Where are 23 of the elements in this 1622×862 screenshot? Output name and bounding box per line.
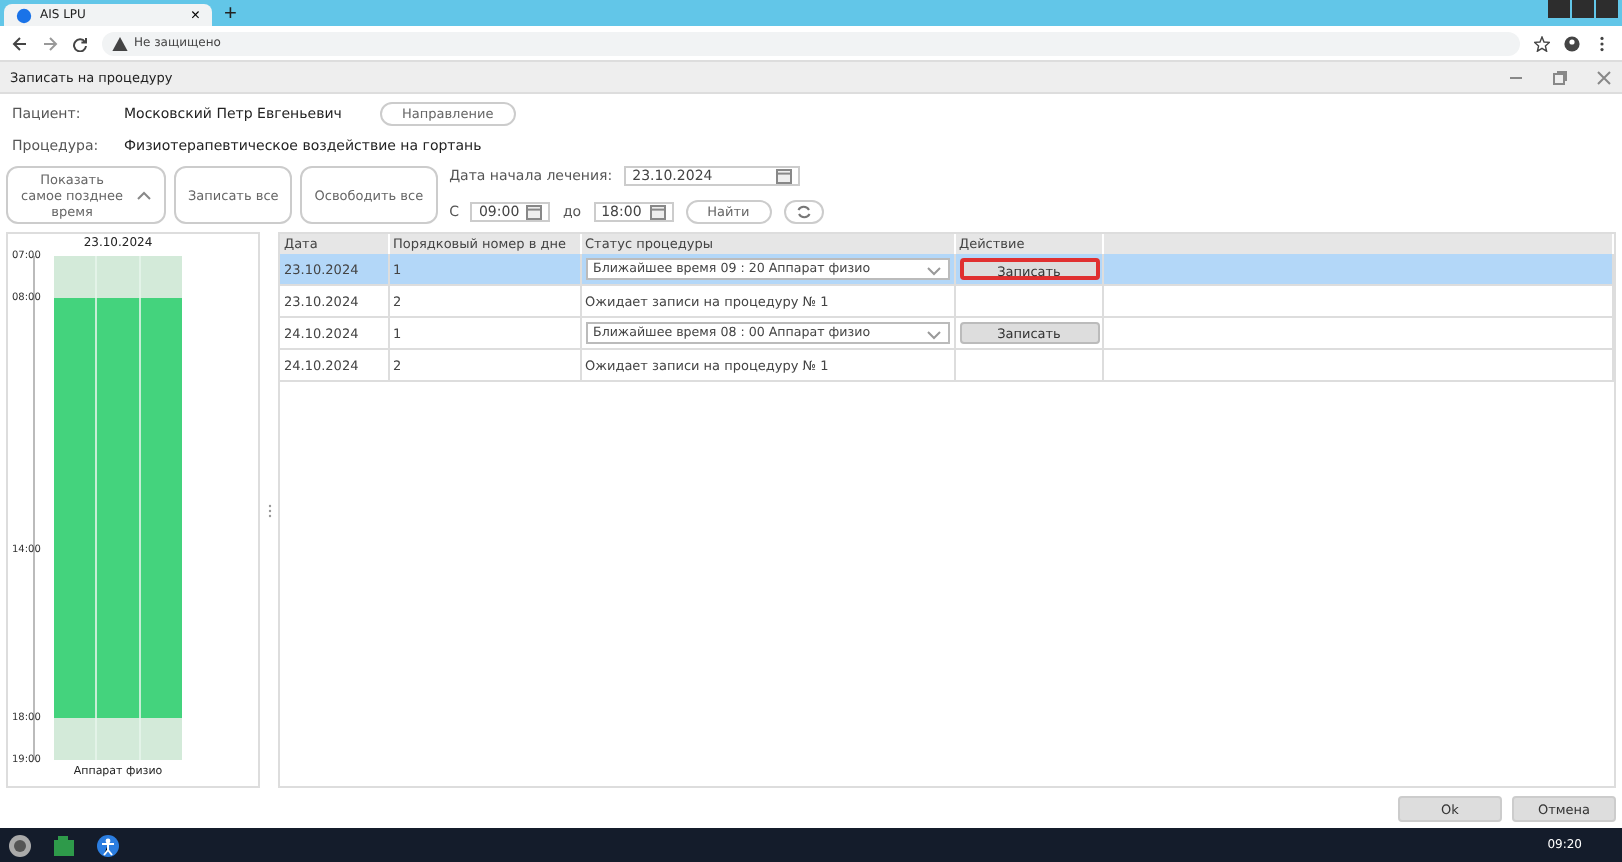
reload-icon[interactable] <box>72 35 88 51</box>
new-tab-button[interactable]: + <box>224 4 237 26</box>
chevron-icon <box>925 261 941 277</box>
site-icon <box>16 7 32 23</box>
star-icon[interactable] <box>1534 35 1550 51</box>
calendar-icon[interactable] <box>776 168 793 184</box>
refresh-icon <box>795 204 812 220</box>
back-icon[interactable] <box>12 35 28 51</box>
restore-icon[interactable] <box>1552 69 1568 85</box>
refresh-button[interactable] <box>783 200 824 224</box>
warning-icon <box>112 35 128 51</box>
caret-icon <box>136 187 152 203</box>
forward-icon[interactable] <box>42 35 58 51</box>
splitter-handle[interactable] <box>267 504 271 518</box>
chevron-icon <box>925 325 941 341</box>
profile-icon[interactable] <box>1564 35 1580 51</box>
folder-icon[interactable] <box>52 833 76 857</box>
menu-icon[interactable] <box>1594 35 1610 51</box>
person-icon[interactable] <box>96 833 120 857</box>
start-icon[interactable] <box>8 833 32 857</box>
close-tab-button[interactable]: × <box>190 7 200 23</box>
calendar-icon[interactable] <box>649 204 666 220</box>
calendar-icon[interactable] <box>526 204 543 220</box>
